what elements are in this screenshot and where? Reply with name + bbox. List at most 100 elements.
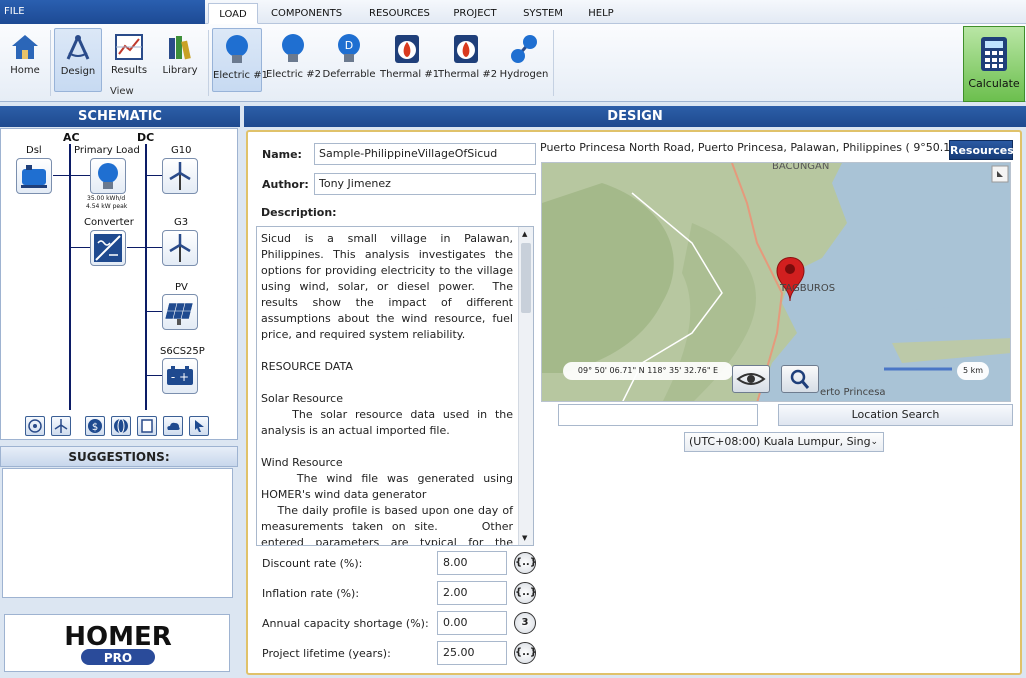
results-button[interactable]: Results [106, 28, 152, 92]
pv-array[interactable] [162, 294, 198, 330]
deferrable-bulb-icon: D [338, 34, 360, 62]
primary-load-label: Primary Load [74, 145, 140, 156]
svg-text:PRO: PRO [104, 651, 132, 665]
scroll-down-icon[interactable]: ▼ [522, 534, 527, 542]
battery[interactable]: - + [162, 358, 198, 394]
page-icon [141, 419, 153, 433]
converter-label: Converter [84, 217, 134, 228]
schematic-cost-button[interactable]: $ [85, 416, 105, 436]
wind-turbine-icon [54, 419, 68, 433]
electric-1-button[interactable]: Electric #1 [212, 28, 268, 92]
tab-components[interactable]: COMPONENTS [265, 3, 345, 24]
wind-turbine-g3[interactable] [162, 230, 198, 266]
description-textarea[interactable]: Sicud is a small village in Palawan, Phi… [256, 226, 534, 546]
hydrogen-molecule-icon [511, 35, 537, 63]
ac-bus-label: AC [63, 131, 80, 144]
capacity-shortage-sensitivity-button[interactable]: 3 [514, 612, 536, 634]
lightbulb-icon [226, 35, 248, 63]
lightbulb-icon [282, 34, 304, 62]
svg-text:BACUNGAN: BACUNGAN [772, 163, 829, 172]
wind-turbine-g10[interactable] [162, 158, 198, 194]
thermal-2-button[interactable]: Thermal #2 [438, 28, 497, 92]
dc-bus-label: DC [137, 131, 155, 144]
generator-icon [21, 165, 47, 188]
deferrable-button[interactable]: D Deferrable [322, 28, 376, 92]
cloud-icon [167, 422, 180, 430]
cursor-icon [195, 420, 204, 432]
schematic-select-button[interactable] [189, 416, 209, 436]
home-icon [12, 35, 38, 59]
battery-label: S6CS25P [160, 346, 205, 357]
tab-help[interactable]: HELP [581, 3, 621, 24]
inflation-rate-input[interactable]: 2.00 [437, 581, 507, 605]
dollar-icon: $ [88, 419, 102, 433]
project-lifetime-sensitivity-button[interactable]: {..} [514, 642, 537, 664]
wind-turbine-icon [169, 234, 191, 262]
discount-rate-input[interactable]: 8.00 [437, 551, 507, 575]
suggestions-list [2, 468, 233, 598]
library-button[interactable]: Library [156, 28, 204, 92]
eye-icon [736, 373, 766, 385]
file-menu[interactable]: FILE [0, 0, 205, 24]
svg-text:- +: - + [171, 370, 189, 384]
load-peak: 4.54 kW peak [86, 203, 128, 210]
chevron-down-icon: ⌄ [870, 437, 878, 447]
target-icon [28, 419, 42, 433]
capacity-shortage-input[interactable]: 0.00 [437, 611, 507, 635]
location-search-input[interactable] [558, 404, 758, 426]
home-button[interactable]: Home [3, 28, 47, 92]
tab-project[interactable]: PROJECT [445, 3, 505, 24]
primary-load[interactable] [90, 158, 126, 194]
tab-system[interactable]: SYSTEM [513, 3, 573, 24]
thermal-1-button[interactable]: Thermal #1 [380, 28, 439, 92]
design-button[interactable]: Design [54, 28, 102, 92]
map-coordinates: 09° 50' 06.71" N 118° 35' 32.76" E [563, 362, 733, 380]
calculate-label: Calculate [968, 77, 1020, 90]
schematic-cloud-button[interactable] [163, 416, 183, 436]
converter[interactable] [90, 230, 126, 266]
wind-turbine-icon [169, 162, 191, 190]
map-scale: 5 km [957, 362, 989, 380]
dc-bus [145, 144, 147, 410]
svg-text:erto Princesa: erto Princesa [820, 387, 886, 398]
svg-text:HOMER: HOMER [64, 622, 172, 652]
description-scrollbar[interactable]: ▲ ▼ [518, 227, 533, 545]
ribbon: Home Design Results Library View Electri… [0, 24, 1026, 102]
resources-button[interactable]: Resources [949, 140, 1014, 160]
inflation-rate-label: Inflation rate (%): [262, 587, 360, 600]
dsl-label: Dsl [26, 145, 42, 156]
map-zoom-button[interactable] [781, 365, 819, 393]
tab-resources[interactable]: RESOURCES [363, 3, 433, 24]
inflation-rate-sensitivity-button[interactable]: {..} [514, 582, 537, 604]
tab-load[interactable]: LOAD [208, 3, 258, 24]
location-search-button[interactable]: Location Search [778, 404, 1013, 426]
schematic-globe-button[interactable] [111, 416, 131, 436]
schematic-turbine-button[interactable] [51, 416, 71, 436]
project-lifetime-label: Project lifetime (years): [262, 647, 391, 660]
map-view-button[interactable] [732, 365, 770, 393]
timezone-select[interactable]: (UTC+08:00) Kuala Lumpur, Sing ⌄ [684, 432, 884, 452]
schematic-add-button[interactable] [25, 416, 45, 436]
homer-pro-logo: HOMER PRO [4, 614, 230, 672]
tab-bar: LOAD COMPONENTS RESOURCES PROJECT SYSTEM… [205, 0, 1026, 24]
diesel-generator[interactable] [16, 158, 52, 194]
timezone-value: (UTC+08:00) Kuala Lumpur, Sing [689, 435, 871, 448]
calculator-icon [981, 37, 1007, 71]
name-field[interactable]: Sample-PhilippineVillageOfSicud [314, 143, 536, 165]
scroll-up-icon[interactable]: ▲ [522, 230, 527, 238]
ac-bus [69, 144, 71, 410]
capacity-shortage-label: Annual capacity shortage (%): [262, 617, 429, 630]
hydrogen-button[interactable]: Hydrogen [498, 28, 550, 92]
schematic-page-button[interactable] [137, 416, 157, 436]
battery-icon: - + [167, 366, 193, 385]
author-field[interactable]: Tony Jimenez [314, 173, 536, 195]
homer-logo-image: HOMER PRO [64, 622, 172, 665]
electric-2-button[interactable]: Electric #2 [266, 28, 321, 92]
discount-rate-sensitivity-button[interactable]: {..} [514, 552, 537, 574]
flame-icon [454, 35, 478, 63]
project-lifetime-input[interactable]: 25.00 [437, 641, 507, 665]
schematic-header: SCHEMATIC [0, 106, 240, 127]
author-label: Author: [262, 178, 309, 191]
scroll-thumb[interactable] [521, 243, 531, 313]
calculate-button[interactable]: Calculate [963, 26, 1025, 102]
